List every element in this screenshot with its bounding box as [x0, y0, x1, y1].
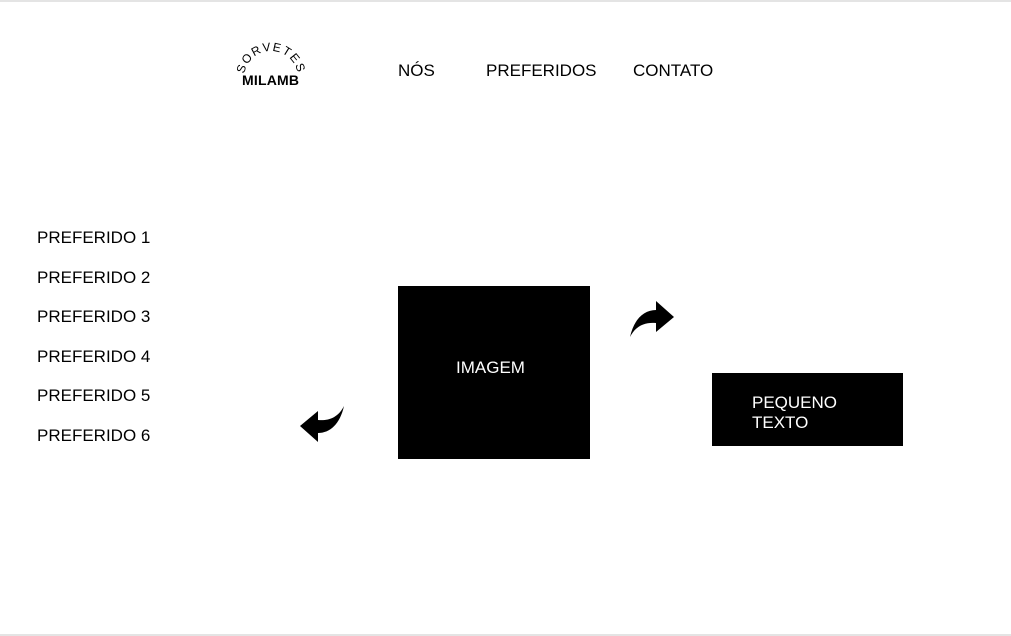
- favorite-item-4[interactable]: PREFERIDO 4: [37, 347, 150, 367]
- favorite-item-5[interactable]: PREFERIDO 5: [37, 386, 150, 406]
- short-text-box: PEQUENO TEXTO: [712, 373, 903, 446]
- nav-link-preferidos[interactable]: PREFERIDOS: [486, 61, 597, 81]
- svg-text:SORVETES: SORVETES: [233, 40, 308, 75]
- logo-name: MILAMB: [242, 72, 300, 88]
- nav-link-nos[interactable]: NÓS: [398, 61, 435, 81]
- favorite-item-6[interactable]: PREFERIDO 6: [37, 426, 150, 446]
- image-placeholder-label: IMAGEM: [456, 358, 525, 377]
- logo-arc-text: SORVETES: [233, 40, 307, 75]
- curved-arrow-right-icon: [630, 301, 674, 337]
- short-text-label: PEQUENO TEXTO: [752, 393, 838, 432]
- previous-button[interactable]: [298, 404, 346, 444]
- logo[interactable]: SORVETES MILAMB: [233, 40, 308, 92]
- featured-image: IMAGEM: [398, 286, 590, 459]
- curved-arrow-left-icon: [300, 406, 344, 442]
- favorite-item-1[interactable]: PREFERIDO 1: [37, 228, 150, 248]
- next-button[interactable]: [628, 299, 676, 339]
- favorite-item-3[interactable]: PREFERIDO 3: [37, 307, 150, 327]
- favorite-item-2[interactable]: PREFERIDO 2: [37, 268, 150, 288]
- favorites-list: PREFERIDO 1 PREFERIDO 2 PREFERIDO 3 PREF…: [37, 228, 150, 466]
- nav-link-contato[interactable]: CONTATO: [633, 61, 713, 81]
- top-divider: [0, 0, 1011, 2]
